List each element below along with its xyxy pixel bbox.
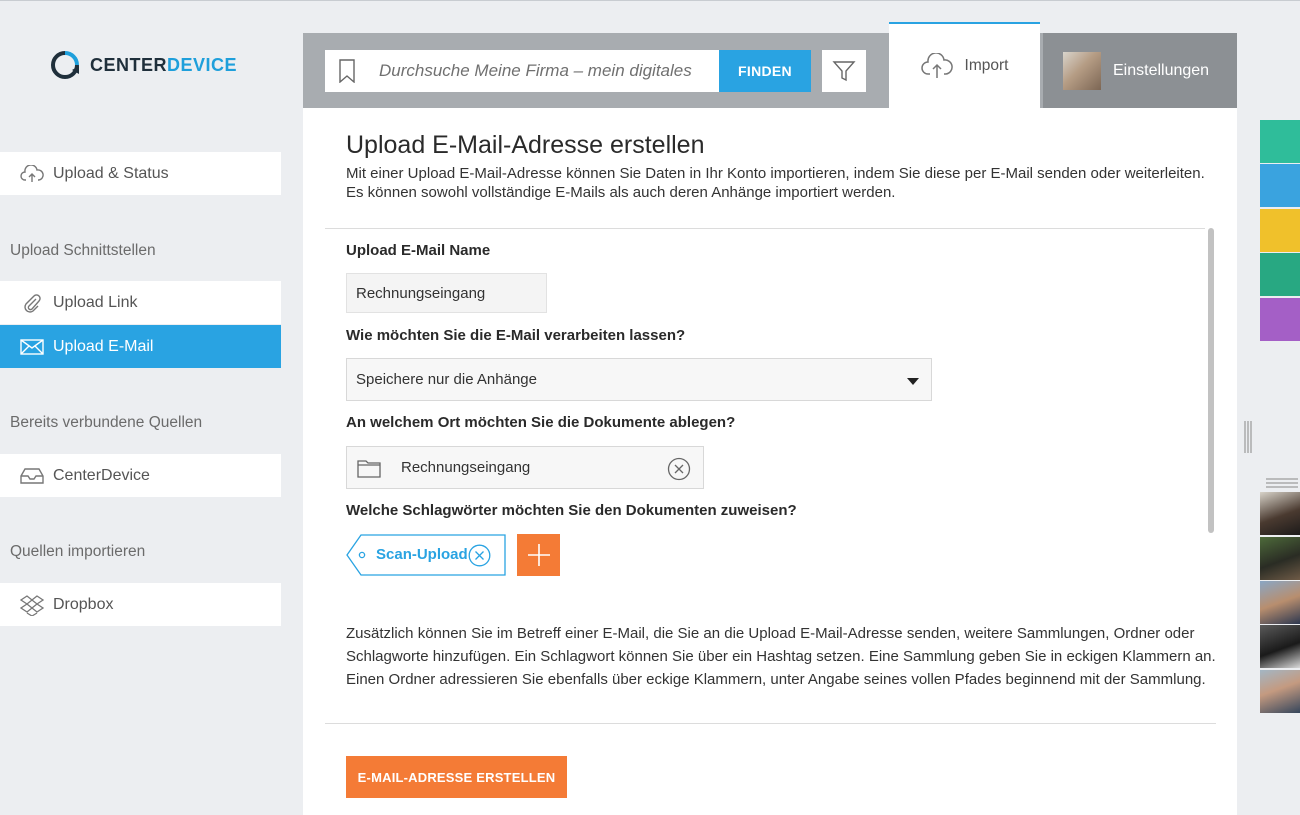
sidebar-item-centerdevice[interactable]: CenterDevice — [0, 454, 281, 497]
add-tag-button[interactable] — [517, 534, 560, 576]
color-tab-yellow[interactable] — [1260, 209, 1300, 252]
scrollbar[interactable] — [1208, 228, 1214, 533]
sidebar-item-dropbox[interactable]: Dropbox — [0, 583, 281, 626]
bookmark-icon[interactable] — [325, 50, 369, 92]
user-avatar[interactable] — [1260, 492, 1300, 535]
sidebar-heading-interfaces: Upload Schnittstellen — [10, 242, 156, 259]
filter-icon — [832, 61, 856, 82]
sidebar-item-label: Dropbox — [53, 595, 114, 613]
color-tab-blue[interactable] — [1260, 164, 1300, 207]
user-avatar[interactable] — [1260, 625, 1300, 668]
sidebar-item-upload-link[interactable]: Upload Link — [0, 281, 281, 324]
search-box — [325, 50, 719, 92]
divider — [325, 723, 1216, 724]
plus-icon — [527, 544, 550, 566]
dropbox-icon — [20, 594, 44, 616]
location-field[interactable]: Rechnungseingang — [346, 446, 704, 489]
sidebar-item-label: Upload E-Mail — [53, 337, 154, 355]
user-avatar[interactable] — [1260, 670, 1300, 713]
color-tab-green[interactable] — [1260, 120, 1300, 163]
envelope-icon — [20, 337, 44, 357]
location-value: Rechnungseingang — [401, 459, 531, 476]
drag-handle-icon[interactable] — [1243, 420, 1253, 454]
color-tab-teal[interactable] — [1260, 253, 1300, 296]
tab-import-label: Import — [964, 57, 1009, 74]
folder-icon — [347, 458, 391, 478]
process-label: Wie möchten Sie die E-Mail verarbeiten l… — [346, 327, 686, 344]
location-label: An welchem Ort möchten Sie die Dokumente… — [346, 414, 736, 431]
process-select-value: Speichere nur die Anhänge — [356, 371, 537, 388]
sidebar-item-label: CenterDevice — [53, 466, 150, 484]
sidebar-item-upload-email[interactable]: Upload E-Mail — [0, 325, 281, 368]
create-email-address-button[interactable]: E-MAIL-ADRESSE ERSTELLEN — [346, 756, 567, 798]
sidebar-item-label: Upload & Status — [53, 164, 169, 182]
tags-label: Welche Schlagwörter möchten Sie den Doku… — [346, 502, 797, 519]
menu-lines-icon[interactable] — [1266, 478, 1298, 488]
sidebar-heading-connected: Bereits verbundene Quellen — [10, 414, 203, 431]
top-border — [0, 0, 1300, 1]
tab-settings[interactable]: Einstellungen — [1043, 33, 1237, 108]
inbox-icon — [20, 466, 44, 486]
page-title: Upload E-Mail-Adresse erstellen — [346, 131, 705, 159]
logo-icon — [51, 51, 79, 79]
sidebar-item-label: Upload Link — [53, 293, 138, 311]
sidebar-item-upload-status[interactable]: Upload & Status — [0, 152, 281, 195]
process-select[interactable]: Speichere nur die Anhänge — [346, 358, 932, 401]
user-avatar[interactable] — [1260, 537, 1300, 580]
email-name-field[interactable]: Rechnungseingang — [346, 273, 547, 313]
sidebar-heading-import: Quellen importieren — [10, 543, 146, 560]
search-input[interactable] — [369, 61, 699, 81]
cloud-upload-icon — [920, 53, 953, 78]
app-logo[interactable]: CENTERDEVICE — [50, 50, 237, 80]
tab-settings-label: Einstellungen — [1113, 61, 1210, 79]
tab-import[interactable]: Import — [889, 22, 1040, 108]
user-avatar[interactable] — [1260, 581, 1300, 624]
logo-text: CENTERDEVICE — [90, 54, 238, 75]
info-text: Zusätzlich können Sie im Betreff einer E… — [346, 625, 1216, 688]
page-description: Mit einer Upload E-Mail-Adresse können S… — [346, 165, 1205, 201]
clear-icon[interactable] — [667, 457, 691, 485]
filter-button[interactable] — [822, 50, 866, 92]
cloud-upload-icon — [20, 164, 44, 184]
tag-remove-icon[interactable] — [468, 544, 491, 572]
paperclip-icon — [20, 293, 44, 313]
chevron-down-icon — [907, 378, 919, 385]
color-tab-purple[interactable] — [1260, 298, 1300, 341]
tag-label: Scan-Upload — [376, 546, 468, 563]
avatar — [1063, 51, 1101, 90]
name-label: Upload E-Mail Name — [346, 242, 491, 259]
divider — [325, 228, 1205, 229]
search-button[interactable]: FINDEN — [719, 50, 811, 92]
